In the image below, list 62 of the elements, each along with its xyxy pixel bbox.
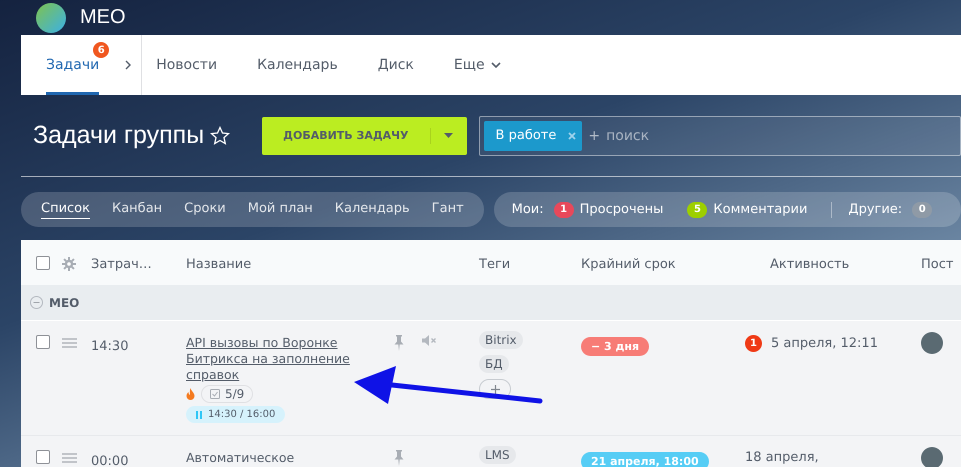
nav-tab[interactable]: Диск: [378, 35, 414, 95]
caret-down-icon: [444, 133, 454, 138]
drag-handle-icon: [62, 453, 77, 463]
view-tab[interactable]: Календарь: [334, 200, 410, 218]
view-tab[interactable]: Сроки: [184, 200, 226, 218]
counter-link[interactable]: 1 Просрочены: [554, 202, 664, 218]
task-title-link[interactable]: API вызовы по Воронке Битрикса на заполнение справок: [186, 335, 384, 383]
plus-icon: [490, 384, 500, 394]
view-tab[interactable]: Список: [41, 200, 90, 218]
count-badge: 1: [745, 335, 762, 352]
counters-label: Мои:: [512, 202, 544, 217]
add-tag-button[interactable]: [479, 379, 511, 399]
pin-icon: [394, 450, 404, 466]
time-spent: 00:00: [91, 454, 128, 467]
time-spent: 14:30: [91, 339, 128, 354]
timer-badge[interactable]: 14:30 / 16:00: [186, 406, 286, 423]
tag[interactable]: БД: [479, 355, 509, 373]
nav-tab[interactable]: Календарь: [257, 35, 338, 95]
view-tab[interactable]: Мой план: [248, 200, 313, 218]
checkbox[interactable]: [36, 450, 50, 464]
search-input[interactable]: поиск: [604, 126, 808, 144]
activity-date: 18 апреля,: [745, 450, 819, 465]
tag[interactable]: LMS: [479, 446, 516, 464]
task-title-link[interactable]: Автоматическое: [186, 450, 384, 466]
checkbox[interactable]: [36, 256, 50, 270]
nav-tab[interactable]: Задачи 6: [46, 35, 110, 95]
column-header[interactable]: Затрач…: [91, 257, 152, 272]
filter-field[interactable]: В работе + поиск: [478, 116, 961, 156]
view-tab[interactable]: Гант: [432, 200, 464, 218]
column-header[interactable]: Пост: [921, 257, 954, 272]
logo-icon: [36, 2, 66, 32]
close-icon: [568, 132, 576, 140]
counters-label: Другие:: [848, 202, 902, 217]
gear-icon: [62, 257, 76, 271]
column-header[interactable]: Активность: [745, 257, 850, 272]
add-task-button[interactable]: ДОБАВИТЬ ЗАДАЧУ: [262, 116, 467, 154]
pin-icon: [394, 335, 404, 351]
group-title: МЕО: [80, 6, 126, 29]
drag-handle-icon: [62, 338, 77, 348]
nav-tab[interactable]: Еще: [454, 35, 501, 95]
count-badge: 6: [93, 42, 110, 58]
counter-badge: 0: [912, 202, 932, 218]
checkbox[interactable]: [36, 335, 50, 349]
checklist-icon: [210, 389, 220, 399]
page-title: Задачи группы: [33, 121, 204, 150]
nav-tab[interactable]: Новости: [156, 35, 218, 95]
filter-chip[interactable]: В работе: [484, 120, 582, 150]
counter-badge: 1: [554, 202, 574, 218]
column-header[interactable]: Крайний срок: [581, 257, 676, 272]
activity-date: 5 апреля, 12:11: [771, 336, 878, 351]
avatar[interactable]: [921, 447, 943, 467]
avatar[interactable]: [921, 332, 943, 354]
tag[interactable]: Bitrix: [479, 331, 523, 349]
group-title: МЕО: [49, 296, 80, 310]
checklist-count: 5/9: [225, 386, 244, 402]
view-tab[interactable]: Канбан: [112, 200, 162, 218]
column-header[interactable]: Название: [186, 257, 252, 272]
column-header[interactable]: Теги: [479, 257, 510, 272]
counter-link[interactable]: 5 Комментарии: [687, 202, 808, 218]
pause-icon: [196, 410, 202, 418]
counter-badge: 5: [687, 202, 708, 218]
plus-sign: +: [588, 128, 600, 144]
